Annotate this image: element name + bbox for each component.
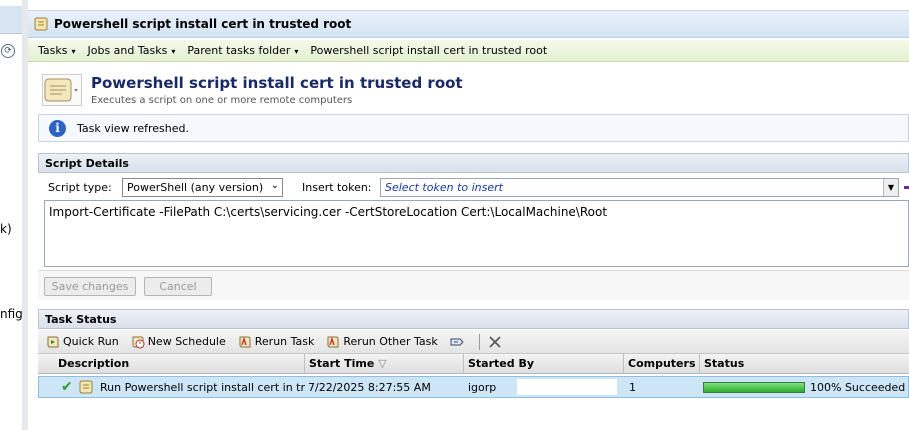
chevron-down-icon: ⌄ xyxy=(270,180,279,191)
column-divider[interactable] xyxy=(699,354,700,374)
left-strip-label-2[interactable]: nfig xyxy=(0,307,23,321)
notification-text: Task view refreshed. xyxy=(77,122,189,135)
schedule-icon xyxy=(132,336,145,348)
breadcrumb-jobs-and-tasks[interactable]: Jobs and Tasks ▾ xyxy=(88,44,176,57)
toolbar-separator xyxy=(478,333,480,350)
insert-token-placeholder: Select token to insert xyxy=(385,181,503,194)
close-icon xyxy=(489,335,501,348)
row-start-time: 7/22/2025 8:27:55 AM xyxy=(308,381,431,394)
rerun-other-task-button[interactable]: Rerun Other Task xyxy=(326,335,438,349)
row-status: 100% Succeeded xyxy=(810,381,906,394)
pane-splitter[interactable] xyxy=(22,0,28,430)
sort-desc-icon: ▽ xyxy=(378,357,387,370)
breadcrumb-tasks[interactable]: Tasks ▾ xyxy=(38,44,76,57)
redaction-mask xyxy=(517,379,617,395)
left-strip-label-1[interactable]: k) xyxy=(0,222,12,236)
script-editor[interactable]: Import-Certificate -FilePath C:\certs\se… xyxy=(44,200,909,267)
row-computers: 1 xyxy=(629,381,636,394)
delete-button[interactable] xyxy=(488,335,505,349)
filter-icon xyxy=(450,338,464,345)
row-started-by: igorp xyxy=(468,381,497,394)
script-scroll-icon xyxy=(79,380,93,394)
info-icon: i xyxy=(49,120,66,137)
script-type-label: Script type: xyxy=(48,181,112,194)
refresh-icon[interactable]: ⟳ xyxy=(1,44,15,58)
column-status[interactable]: Status xyxy=(704,357,744,370)
new-schedule-label: New Schedule xyxy=(147,335,226,348)
page-title: Powershell script install cert in truste… xyxy=(91,74,463,92)
chevron-down-icon: ▼ xyxy=(883,179,898,196)
task-grid-header: Description Start Time ▽ Started By Comp… xyxy=(38,354,909,374)
rerun-other-task-label: Rerun Other Task xyxy=(343,335,438,348)
chevron-down-icon: ▾ xyxy=(71,47,76,56)
chevron-down-icon: ▾ xyxy=(294,47,299,56)
progress-fill xyxy=(704,383,804,392)
column-computers[interactable]: Computers xyxy=(628,357,696,370)
rerun-other-icon xyxy=(327,336,339,347)
quick-run-icon xyxy=(47,336,59,347)
page-subtitle: Executes a script on one or more remote … xyxy=(91,95,353,106)
chevron-down-icon: ▾ xyxy=(171,47,176,56)
insert-token-label: Insert token: xyxy=(302,181,372,194)
breadcrumb: Tasks ▾ Jobs and Tasks ▾ Parent tasks fold… xyxy=(28,40,909,62)
left-strip-header xyxy=(0,6,22,34)
insert-token-select[interactable]: Select token to insert ▼ xyxy=(380,178,899,197)
new-schedule-button[interactable]: New Schedule xyxy=(131,335,226,349)
column-description[interactable]: Description xyxy=(58,357,129,370)
filter-button[interactable] xyxy=(450,335,467,349)
save-changes-button[interactable]: Save changes xyxy=(44,277,136,296)
task-type-icon[interactable] xyxy=(42,74,82,106)
script-type-select[interactable]: PowerShell (any version) ⌄ xyxy=(122,178,283,197)
rerun-task-button[interactable]: Rerun Task xyxy=(238,335,315,349)
column-divider[interactable] xyxy=(623,354,624,374)
check-icon: ✔ xyxy=(61,379,73,395)
task-status-toolbar: Quick Run New Schedule Rerun Task Rerun … xyxy=(38,330,909,354)
left-navigation-strip: ⟳ k) nfig xyxy=(0,0,24,430)
breadcrumb-current-task: Powershell script install cert in truste… xyxy=(310,44,548,57)
script-scroll-icon xyxy=(34,17,48,31)
breadcrumb-parent-folder[interactable]: Parent tasks folder ▾ xyxy=(187,44,298,57)
quick-run-button[interactable]: Quick Run xyxy=(46,335,119,349)
column-started-by[interactable]: Started By xyxy=(468,357,534,370)
rerun-task-label: Rerun Task xyxy=(254,335,315,348)
cancel-button[interactable]: Cancel xyxy=(144,277,212,296)
quick-run-label: Quick Run xyxy=(63,335,119,348)
column-divider[interactable] xyxy=(304,354,305,374)
window-titlebar: Powershell script install cert in truste… xyxy=(28,10,909,38)
script-details-header: Script Details xyxy=(38,153,909,173)
window-title: Powershell script install cert in truste… xyxy=(54,17,352,31)
task-status-header: Task Status xyxy=(38,309,909,329)
status-progress-bar xyxy=(703,382,805,393)
column-divider[interactable] xyxy=(463,354,464,374)
token-menu-handle[interactable] xyxy=(904,186,909,189)
notification-bar: i Task view refreshed. xyxy=(38,114,909,142)
table-row[interactable]: ✔ Run Powershell script install cert in … xyxy=(38,376,909,398)
script-type-value: PowerShell (any version) xyxy=(127,181,264,194)
rerun-icon xyxy=(239,336,251,347)
column-start-time[interactable]: Start Time ▽ xyxy=(309,357,387,370)
row-description: Run Powershell script install cert in tr xyxy=(100,381,306,394)
